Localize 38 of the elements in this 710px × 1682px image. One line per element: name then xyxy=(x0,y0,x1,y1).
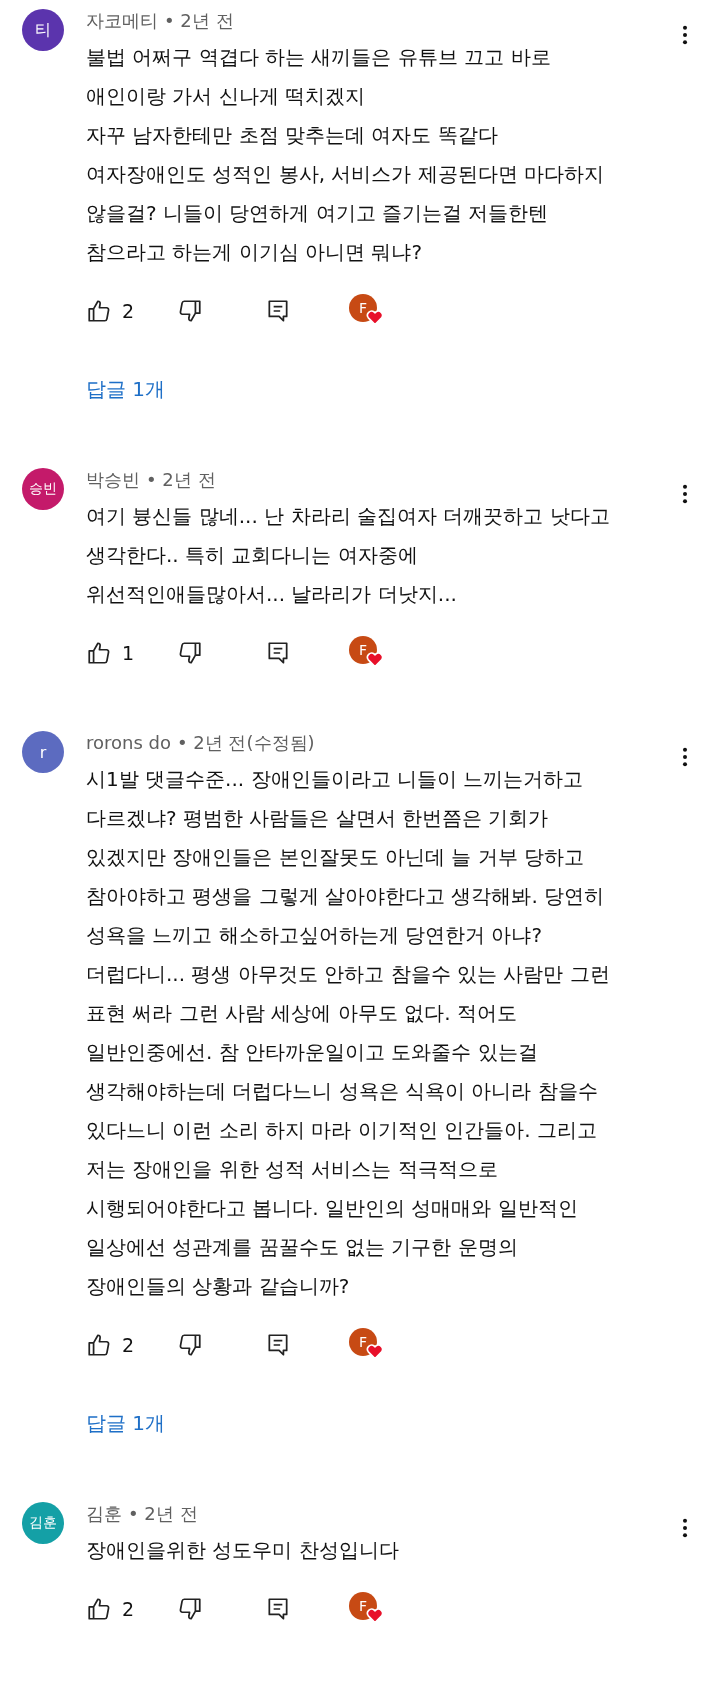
replies-link[interactable]: 답글 1개 xyxy=(86,1410,166,1437)
more-options-icon[interactable] xyxy=(682,24,688,46)
thumbs-down-icon[interactable] xyxy=(177,298,203,324)
comment-text: 여기 븅신들 많네... 난 차라리 술집여자 더깨끗하고 낫다고 생각한다.. 특히 교회다니는 여자중에 위선적인애들많아서... 날라리가 더낫지... xyxy=(86,503,611,608)
thumbs-up-icon[interactable] xyxy=(86,640,112,666)
replies-link[interactable]: 답글 1개 xyxy=(86,376,166,403)
author-name[interactable]: rorons do xyxy=(86,732,171,753)
thumbs-down-icon[interactable] xyxy=(177,1596,203,1622)
like-count: 1 xyxy=(122,642,136,664)
reply-icon[interactable] xyxy=(265,1596,291,1622)
author-name[interactable]: 박승빈 xyxy=(86,469,140,490)
thumbs-up-icon[interactable] xyxy=(86,1596,112,1622)
thumbs-up-icon[interactable] xyxy=(86,1332,112,1358)
more-options-icon[interactable] xyxy=(682,1517,688,1539)
like-count: 2 xyxy=(122,1334,136,1356)
avatar[interactable]: 김훈 xyxy=(22,1502,64,1544)
comment-age: • 2년 전(수정됨) xyxy=(177,732,315,753)
reply-icon[interactable] xyxy=(265,298,291,324)
avatar[interactable]: 티 xyxy=(22,9,64,51)
comment-age: • 2년 전 xyxy=(128,1503,198,1524)
comment-age: • 2년 전 xyxy=(164,10,234,31)
comment-text: 시1발 댓글수준... 장애인들이라고 니들이 느끼는거하고 다르겠냐? 평범한 사람들은 살면서 한번쯤은 기회가 있겠지만 장애인들은 본인잘못도 아닌데 늘 거부 당하고 참아야하고 평생을 그렇게 살아야한다고 생각해봐. 당연히 성욕을 느끼고 해소하고싶어하는게 당연한거 아냐? 더럽다니... 평생 아무것도 안하고 참을수 있는 사람만 그런 표현 써라 그런 사람 세상에 아무도 없다. 적어도 일반인중에선. 참 안타까운일이고 도와줄수 있는걸 생각해야하는데 더럽다느니 성욕은 식욕이 아니라 참을수 있다느니 이런 소리 하지 마라 이기적인 인간들아. 그리고 저는 장애인을 위한 성적 서비스는 적극적으로 시행되어야한다고 봅니다. 일반인의 성매매와 일반적인 일상에선 성관계를 꿈꿀수도 없는 기구한 운명의 장애인들의 상황과 같습니까? xyxy=(86,766,611,1300)
comment-text: 불법 어쩌구 역겹다 하는 새끼들은 유튜브 끄고 바로 애인이랑 가서 신나게 떡치겠지 자꾸 남자한테만 초점 맞추는데 여자도 똑같다 여자장애인도 성적인 봉사, 서비스가 제공된다면 마다하지 않을걸? 니들이 당연하게 여기고 즐기는걸 저들한텐 참으라고 하는게 이기심 아니면 뭐냐? xyxy=(86,44,606,266)
thumbs-up-icon[interactable] xyxy=(86,298,112,324)
more-options-icon[interactable] xyxy=(682,746,688,768)
avatar[interactable]: 승빈 xyxy=(22,468,64,510)
author-name[interactable]: 자코메티 xyxy=(86,10,158,31)
more-options-icon[interactable] xyxy=(682,483,688,505)
reply-icon[interactable] xyxy=(265,1332,291,1358)
like-count: 2 xyxy=(122,1598,136,1620)
avatar[interactable]: r xyxy=(22,731,64,773)
thumbs-down-icon[interactable] xyxy=(177,640,203,666)
comment-text: 장애인을위한 성도우미 찬성입니다 xyxy=(86,1537,400,1564)
reply-icon[interactable] xyxy=(265,640,291,666)
author-name[interactable]: 김훈 xyxy=(86,1503,122,1524)
like-count: 2 xyxy=(122,300,136,322)
thumbs-down-icon[interactable] xyxy=(177,1332,203,1358)
comment-age: • 2년 전 xyxy=(146,469,216,490)
